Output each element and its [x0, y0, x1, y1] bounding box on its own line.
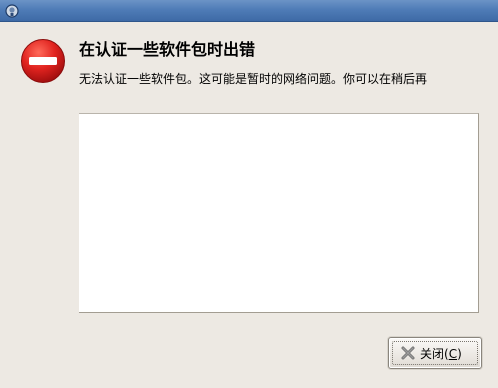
app-icon: [5, 4, 19, 18]
close-mnemonic: C: [448, 347, 458, 361]
title-bar[interactable]: [0, 0, 498, 22]
error-icon: [21, 39, 65, 83]
close-label-prefix: 关闭(: [420, 347, 449, 361]
error-message: 无法认证一些软件包。这可能是暂时的网络问题。你可以在稍后再: [79, 72, 428, 86]
details-text-area[interactable]: [79, 113, 479, 313]
close-button-label: 关闭(C): [420, 345, 462, 362]
dialog-window: 在认证一些软件包时出错 无法认证一些软件包。这可能是暂时的网络问题。你可以在稍后…: [0, 0, 498, 388]
close-x-icon: [401, 346, 415, 360]
error-heading: 在认证一些软件包时出错: [79, 40, 256, 59]
close-label-suffix: ): [457, 347, 462, 361]
close-button[interactable]: 关闭(C): [388, 337, 482, 369]
